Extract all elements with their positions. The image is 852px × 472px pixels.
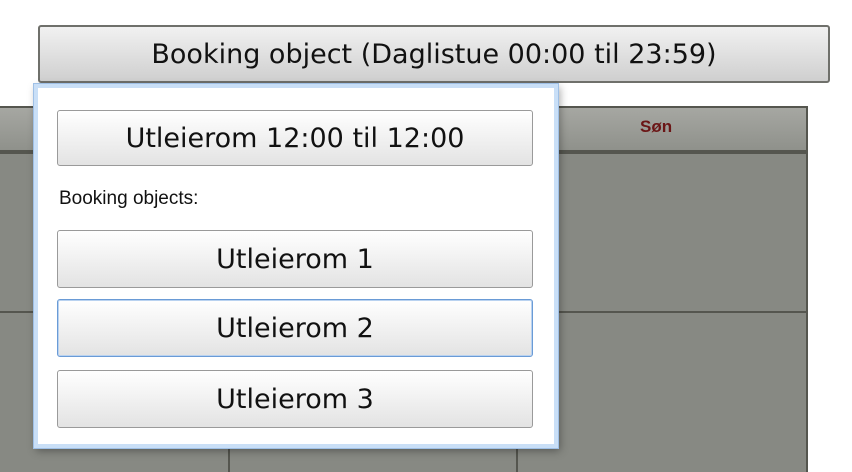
booking-object-option-3[interactable]: Utleierom 3 [57,370,533,428]
booking-object-button[interactable]: Booking object (Daglistue 00:00 til 23:5… [38,25,830,83]
grid-line [0,311,34,313]
booking-object-popup: Utleierom 12:00 til 12:00 Booking object… [34,84,558,448]
current-booking-button[interactable]: Utleierom 12:00 til 12:00 [57,110,533,166]
booking-objects-label: Booking objects: [59,188,199,209]
booking-object-option-1[interactable]: Utleierom 1 [57,230,533,288]
day-header-sunday: Søn [640,117,673,136]
booking-object-option-2[interactable]: Utleierom 2 [57,299,533,357]
grid-line [516,311,806,313]
